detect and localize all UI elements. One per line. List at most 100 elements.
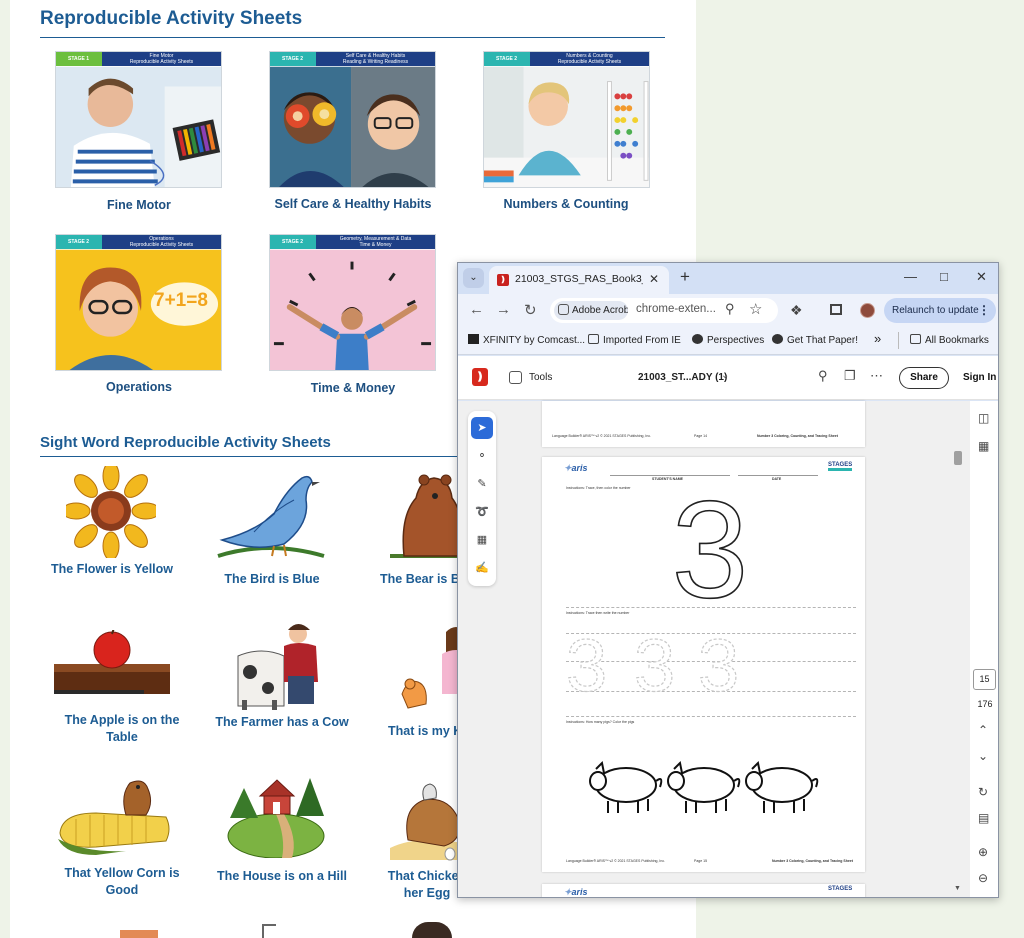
card-label-numbers-counting[interactable]: Numbers & Counting — [466, 197, 666, 211]
new-tab-button[interactable]: + — [680, 267, 690, 287]
name-line — [610, 475, 730, 476]
scroll-down-arrow-icon[interactable]: ▼ — [954, 885, 961, 892]
sight-word-label[interactable]: The House is on a Hill — [212, 868, 352, 885]
extension-page-icon — [558, 304, 569, 315]
sight-word-label[interactable]: The Bird is Blue — [202, 571, 342, 588]
instruction-text: Instructions: Trace then write the numbe… — [566, 611, 630, 615]
children-photo — [270, 66, 435, 187]
page-layout-icon[interactable]: ❐ — [844, 368, 856, 384]
bookmark-perspectives[interactable]: Perspectives — [692, 334, 764, 346]
close-icon[interactable]: ✕ — [649, 272, 659, 286]
page-number-input[interactable]: 15 — [973, 669, 996, 690]
address-bar[interactable]: Adobe Acrob chrome-exten... ⚲ ☆ — [550, 298, 778, 323]
next-row-illustration — [262, 924, 276, 938]
card-label-self-care[interactable]: Self Care & Healthy Habits — [253, 197, 453, 211]
section-divider — [40, 37, 665, 38]
zoom-out-icon[interactable]: ⊖ — [978, 871, 988, 885]
sunflower-illustration[interactable] — [66, 466, 156, 558]
site-info-chip[interactable]: Adobe Acrob — [554, 301, 628, 320]
page-total: 176 — [977, 699, 993, 709]
bookmark-xfinity[interactable]: XFINITY by Comcast... — [468, 334, 585, 346]
sight-word-label[interactable]: The Apple is on the Table — [52, 712, 192, 746]
card-heading: Operations Reproducible Activity Sheets — [102, 235, 221, 249]
zoom-icon[interactable]: ⚲ — [725, 301, 735, 317]
stages-logo: STAGES — [828, 462, 853, 471]
card-label-fine-motor[interactable]: Fine Motor — [39, 198, 239, 212]
close-window-icon[interactable]: ✕ — [976, 269, 987, 285]
pdf-page-next: ✦aris STAGES — [542, 884, 865, 897]
side-panel-icon[interactable] — [830, 304, 842, 315]
card-label-operations[interactable]: Operations — [39, 380, 239, 394]
card-label-time-money[interactable]: Time & Money — [253, 381, 453, 395]
bookmark-get-that-paper[interactable]: Get That Paper! — [772, 334, 858, 346]
corn-chipmunk-illustration[interactable] — [56, 775, 172, 855]
sight-word-label[interactable]: The Flower is Yellow — [42, 561, 182, 578]
sight-word-label[interactable]: The Farmer has a Cow — [212, 714, 352, 731]
reload-icon[interactable]: ↻ — [524, 301, 537, 319]
card-heading: Self Care & Healthy Habits Reading & Writ… — [316, 52, 435, 66]
svg-text:3: 3 — [698, 629, 739, 695]
bookmarks-overflow-icon[interactable]: » — [874, 331, 881, 346]
extensions-puzzle-icon[interactable]: ❖ — [790, 302, 803, 319]
share-button[interactable]: Share — [899, 367, 949, 389]
search-icon[interactable]: ⚲ — [818, 368, 828, 384]
stage-badge: STAGE 1 — [56, 52, 102, 66]
card-self-care[interactable]: STAGE 2 Self Care & Healthy Habits Reading… — [269, 51, 436, 188]
card-heading: Geometry, Measurement & Data Time & Money — [316, 235, 435, 249]
back-arrow-icon[interactable]: ← — [469, 301, 484, 318]
thumbnails-icon[interactable]: ▦ — [978, 439, 989, 453]
pdf-toolbar: ❫ Tools 21003_ST...ADY (1) ⌄ ⚲ ❐ ⋯ Share… — [458, 356, 998, 400]
url-text: chrome-exten... — [636, 303, 716, 315]
card-operations[interactable]: STAGE 2 Operations Reproducible Activity S… — [55, 234, 222, 371]
more-options-icon[interactable]: ⋯ — [870, 368, 883, 384]
apple-table-illustration[interactable] — [54, 630, 170, 708]
all-bookmarks-folder[interactable]: All Bookmarks — [910, 334, 989, 346]
card-time-money[interactable]: STAGE 2 Geometry, Measurement & Data Time … — [269, 234, 436, 371]
draw-icon[interactable]: ➰ — [471, 501, 493, 523]
zoom-in-icon[interactable]: ⊕ — [978, 845, 988, 859]
fill-sign-icon[interactable]: ✍ — [471, 557, 493, 579]
profile-avatar[interactable] — [860, 303, 875, 318]
stages-logo: STAGES — [828, 886, 853, 892]
sign-in-link[interactable]: Sign In — [963, 372, 996, 383]
relaunch-to-update-button[interactable]: Relaunch to update ⋮ — [884, 298, 996, 323]
select-cursor-icon[interactable]: ➤ — [471, 417, 493, 439]
bookmark-folder-imported[interactable]: Imported From IE — [588, 334, 681, 346]
svg-text:3: 3 — [672, 487, 749, 605]
browser-tab[interactable]: ❫ 21003_STGS_RAS_Book3_Numb ✕ — [489, 266, 669, 294]
tools-icon[interactable] — [509, 371, 522, 384]
farmer-cow-illustration[interactable] — [232, 616, 332, 712]
page-footer: Number 3 Coloring, Counting, and Tracing… — [757, 434, 838, 438]
chevron-down-icon[interactable]: ⌄ — [721, 370, 729, 381]
child-drawing-photo — [56, 66, 221, 187]
forward-arrow-icon[interactable]: → — [496, 301, 511, 318]
tab-title: 21003_STGS_RAS_Book3_Numb — [515, 273, 643, 285]
minimize-icon[interactable]: — — [904, 269, 917, 284]
comments-panel-icon[interactable]: ◫ — [978, 411, 989, 425]
previous-page-icon[interactable]: ⌃ — [978, 723, 988, 737]
aris-logo: ✦aris — [564, 463, 588, 473]
blue-bird-illustration[interactable] — [214, 470, 326, 562]
child-abacus-photo — [484, 66, 649, 187]
big-number-outline: 3 — [671, 487, 749, 605]
document-icon[interactable]: ▤ — [978, 811, 989, 825]
comment-icon[interactable]: ⚬ — [471, 445, 493, 467]
vertical-scrollbar[interactable]: ▼ — [952, 401, 964, 897]
bookmarks-bar: XFINITY by Comcast... Imported From IE P… — [458, 327, 998, 355]
rotate-icon[interactable]: ↻ — [978, 785, 988, 799]
card-fine-motor[interactable]: STAGE 1 Fine Motor Reproducible Activity S… — [55, 51, 222, 188]
maximize-icon[interactable]: □ — [940, 269, 948, 284]
tools-label[interactable]: Tools — [529, 372, 552, 383]
pen-icon[interactable]: ✎ — [471, 473, 493, 495]
sight-word-label[interactable]: That Yellow Corn is Good — [52, 865, 192, 899]
xfinity-icon — [468, 334, 479, 344]
bookmark-star-icon[interactable]: ☆ — [749, 300, 762, 318]
house-hill-illustration[interactable] — [226, 768, 326, 858]
document-name[interactable]: 21003_ST...ADY (1) — [638, 372, 727, 383]
next-page-icon[interactable]: ⌄ — [978, 749, 988, 763]
card-numbers-counting[interactable]: STAGE 2 Numbers & Counting Reproducible Ac… — [483, 51, 650, 188]
text-box-icon[interactable]: ▦ — [471, 529, 493, 551]
scrollbar-thumb[interactable] — [954, 451, 962, 465]
acrobat-logo-icon[interactable]: ❫ — [472, 368, 488, 386]
tab-search-button[interactable]: ⌄ — [463, 268, 484, 288]
